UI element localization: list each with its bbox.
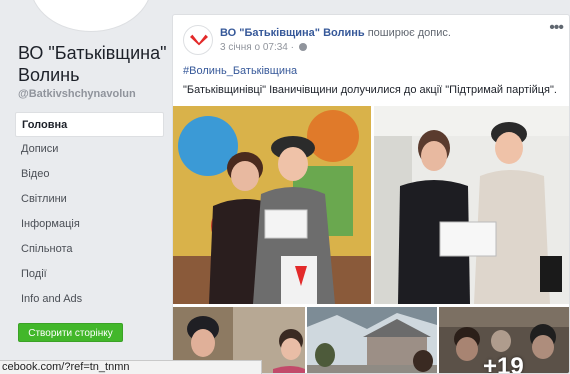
- globe-icon[interactable]: [298, 43, 307, 51]
- nav-item-posts[interactable]: Дописи: [15, 137, 164, 162]
- page-avatar[interactable]: [30, 0, 152, 32]
- more-options-icon[interactable]: •••: [549, 19, 564, 37]
- page-handle[interactable]: @Batkivshchynavolun: [18, 88, 136, 100]
- nav-item-community[interactable]: Спільнота: [15, 237, 164, 262]
- post-header: ВО "Батьківщина" Волинь поширює допис.: [220, 27, 451, 39]
- page-name[interactable]: ВО "Батьківщина" Волинь: [18, 42, 168, 86]
- nav-item-events[interactable]: Події: [15, 262, 164, 287]
- nav-item-about[interactable]: Інформація: [15, 212, 164, 237]
- post-photo-4[interactable]: [307, 307, 437, 373]
- post-author-avatar[interactable]: [183, 25, 213, 55]
- post-hashtag[interactable]: #Волинь_Батьківщина: [183, 65, 297, 77]
- post-photo-2[interactable]: [374, 106, 569, 304]
- create-page-button[interactable]: Створити сторінку: [18, 323, 123, 342]
- nav-item-home[interactable]: Головна: [15, 112, 164, 137]
- post-photo-1[interactable]: [173, 106, 371, 304]
- page-nav: Головна Дописи Відео Світлини Інформація…: [15, 112, 164, 312]
- more-photos-count[interactable]: +19: [483, 353, 524, 373]
- nav-item-videos[interactable]: Відео: [15, 162, 164, 187]
- nav-item-info-ads[interactable]: Info and Ads: [15, 287, 164, 312]
- post-meta: 3 січня о 07:34 ·: [220, 42, 307, 53]
- post-timestamp[interactable]: 3 січня о 07:34: [220, 42, 288, 53]
- post-card: ВО "Батьківщина" Волинь поширює допис. 3…: [172, 14, 570, 374]
- heart-logo-icon: [190, 34, 208, 46]
- left-column: ВО "Батьківщина" Волинь @Batkivshchynavo…: [0, 0, 170, 374]
- nav-item-photos[interactable]: Світлини: [15, 187, 164, 212]
- post-text: "Батьківщинівці" Іваничівщини долучилися…: [183, 84, 557, 96]
- post-author-link[interactable]: ВО "Батьківщина" Волинь: [220, 27, 365, 39]
- browser-status-url: cebook.com/?ref=tn_tnmn: [0, 360, 262, 374]
- post-action-text: поширює допис.: [367, 27, 451, 39]
